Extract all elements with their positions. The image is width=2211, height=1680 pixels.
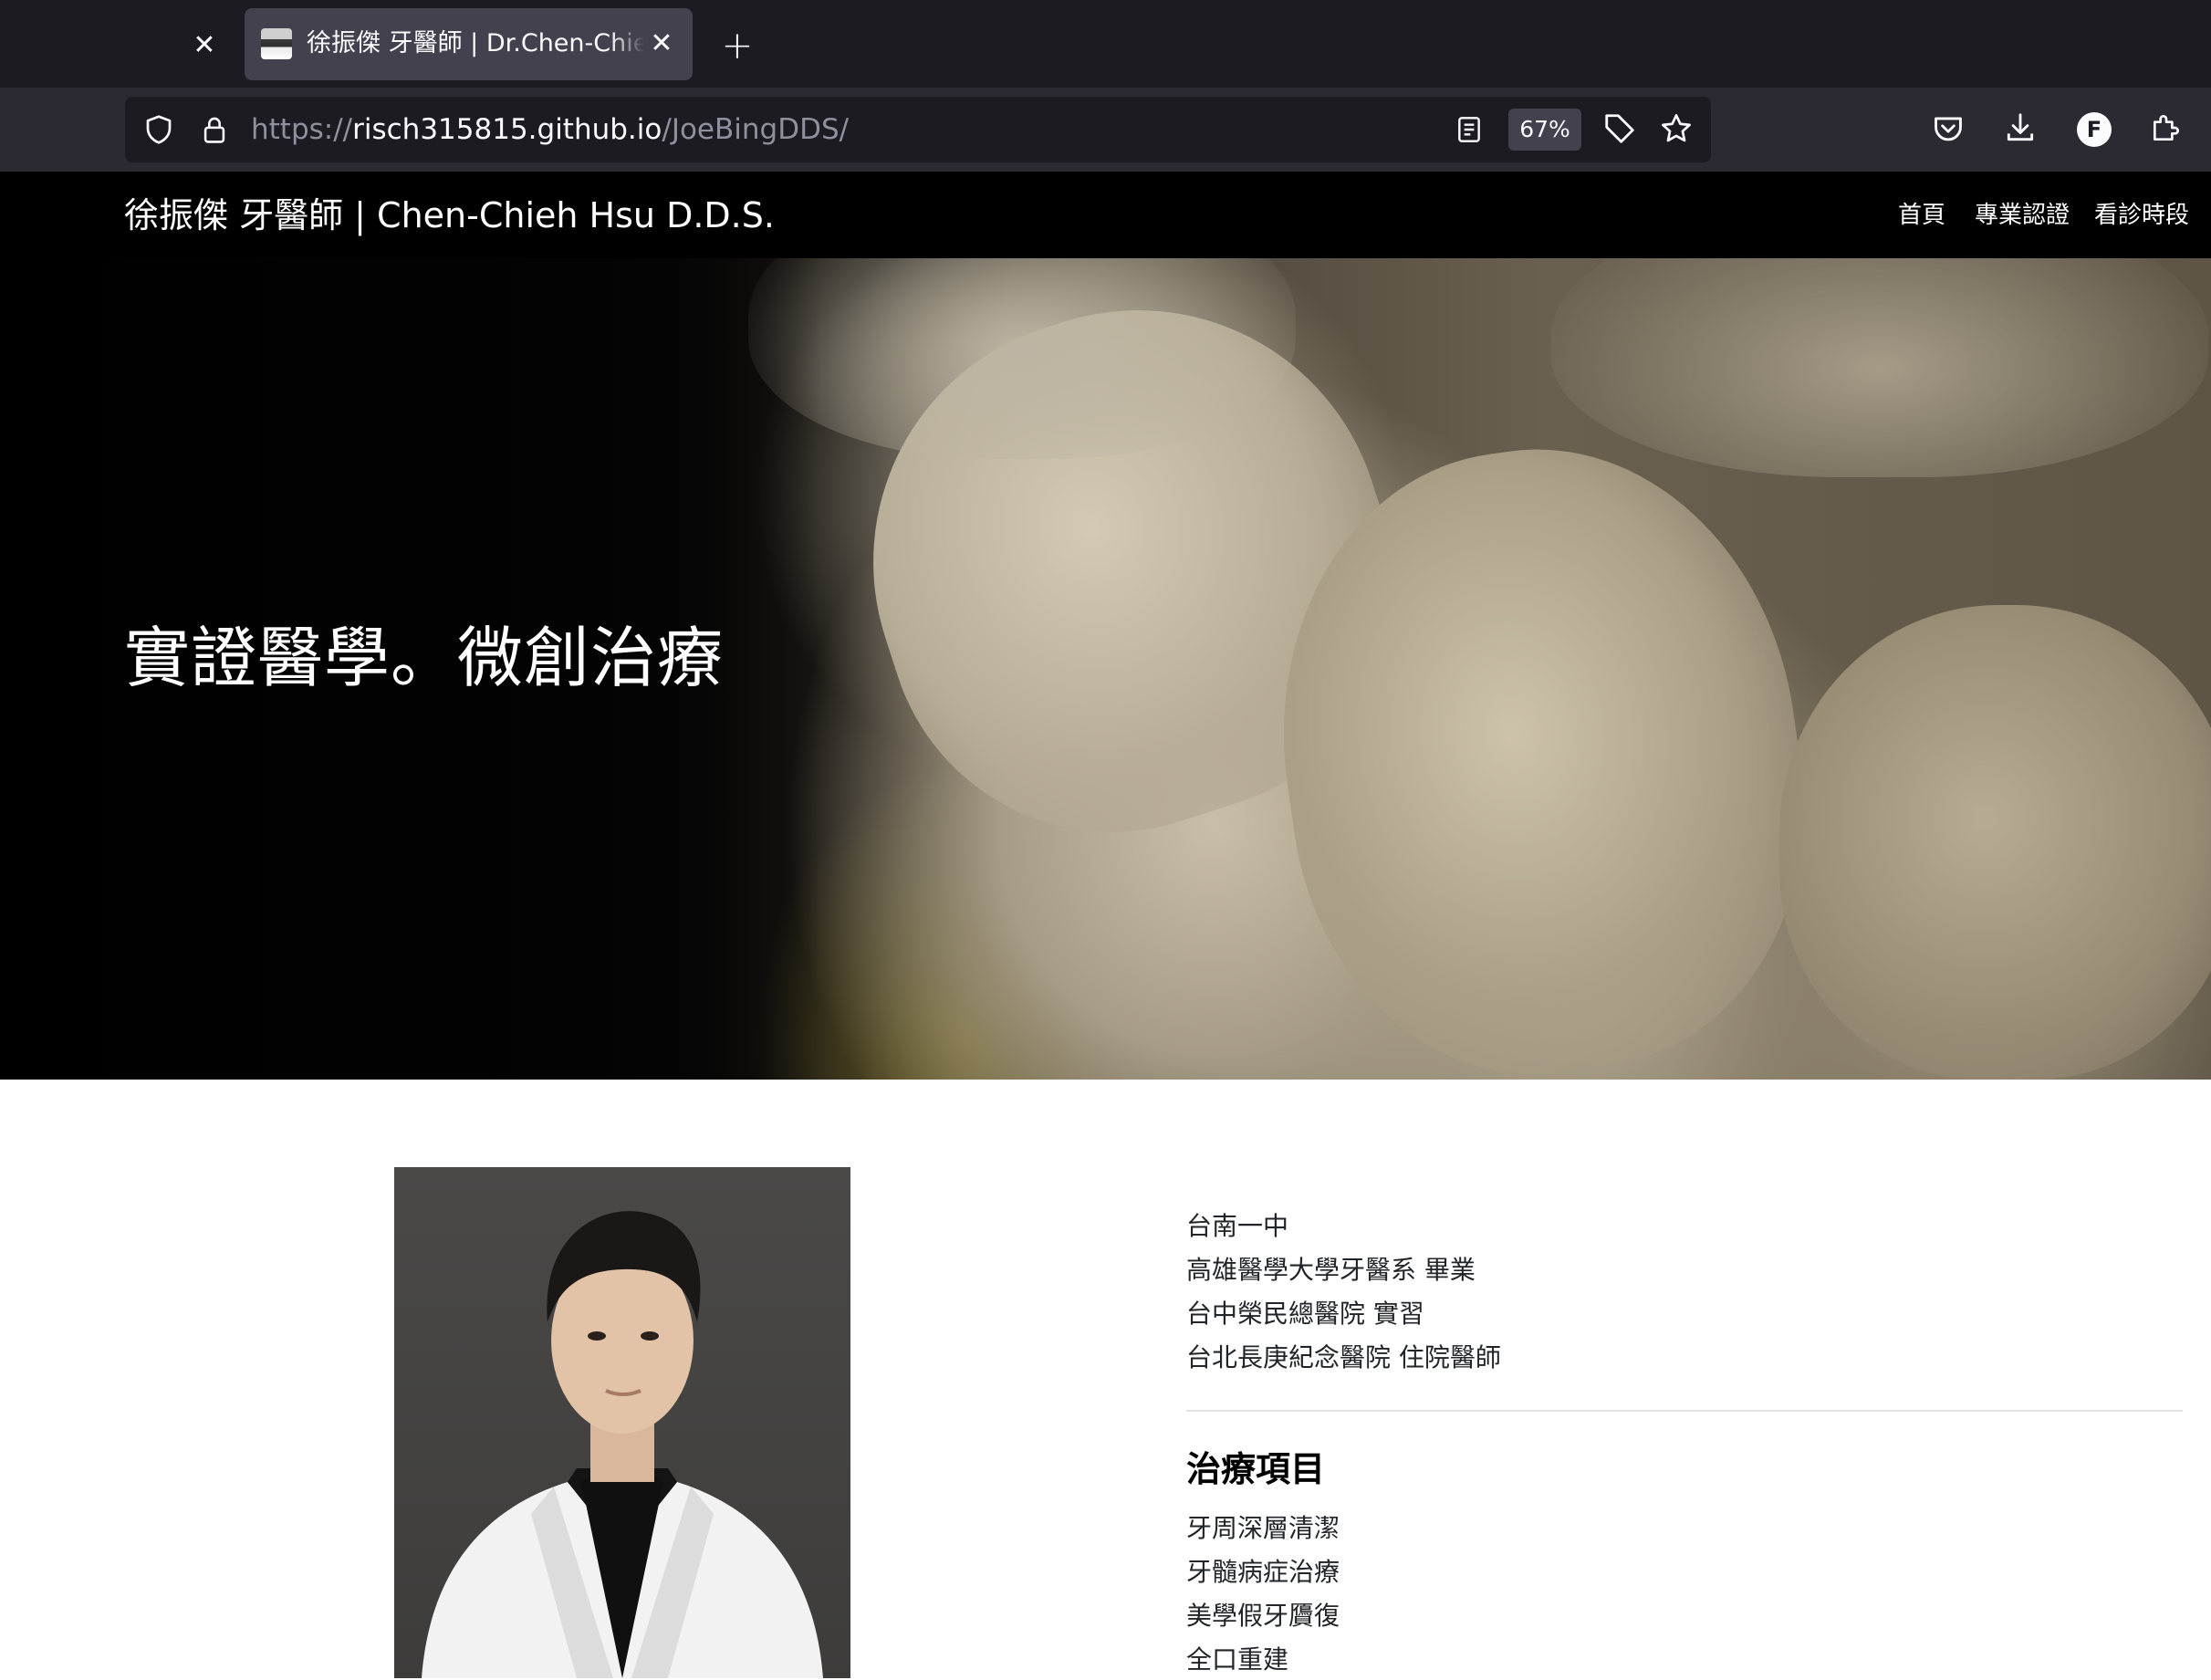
education-item: 高雄醫學大學牙醫系 畢業 [1186,1255,1476,1285]
tag-icon[interactable] [1602,111,1637,146]
account-avatar[interactable]: F [2077,112,2112,147]
education-item: 台南一中 [1186,1211,1289,1241]
url-host: risch315815.github.io [352,113,662,146]
downloads-icon[interactable] [2003,110,2038,146]
pocket-icon[interactable] [1931,111,1966,146]
nav-clinic-hours[interactable]: 看診時段 [2094,199,2189,232]
bookmark-star-icon[interactable] [1659,111,1694,146]
education-item: 台中榮民總醫院 實習 [1186,1299,1424,1329]
service-item: 全口重建 [1186,1644,1289,1675]
reader-view-icon[interactable] [1455,113,1484,146]
url-path: /JoeBingDDS/ [662,113,850,146]
tab-title: 徐振傑 牙醫師 | Dr.Chen-Chieh Hsu [307,29,644,57]
new-tab-plus-icon[interactable]: + [717,26,757,66]
services-heading: 治療項目 [1186,1449,1326,1489]
site-brand[interactable]: 徐振傑 牙醫師 | Chen-Chieh Hsu D.D.S. [124,192,775,239]
education-item: 台北長庚紀念醫院 住院醫師 [1186,1342,1501,1372]
url-scheme: https:// [251,113,353,146]
doctor-portrait-illustration [422,1211,823,1678]
nav-home[interactable]: 首頁 [1898,199,1945,232]
section-divider [1186,1410,2183,1412]
service-item: 美學假牙贗復 [1186,1601,1340,1631]
tab-favicon-icon [261,28,292,59]
zoom-level-badge[interactable]: 67% [1508,109,1581,151]
tab-close-icon[interactable]: ✕ [643,26,680,62]
nav-certifications[interactable]: 專業認證 [1975,199,2070,232]
previous-tab-close-icon[interactable]: ✕ [186,27,223,64]
doctor-portrait [394,1167,850,1678]
service-item: 牙周深層清潔 [1186,1513,1340,1543]
service-item: 牙髓病症治療 [1186,1557,1340,1587]
extensions-puzzle-icon[interactable] [2149,110,2184,146]
lock-icon[interactable] [199,113,230,146]
shield-icon[interactable] [142,113,175,146]
hero-title: 實證醫學。微創治療 [124,620,725,696]
url-text[interactable]: https://risch315815.github.io/JoeBingDDS… [251,108,1072,151]
